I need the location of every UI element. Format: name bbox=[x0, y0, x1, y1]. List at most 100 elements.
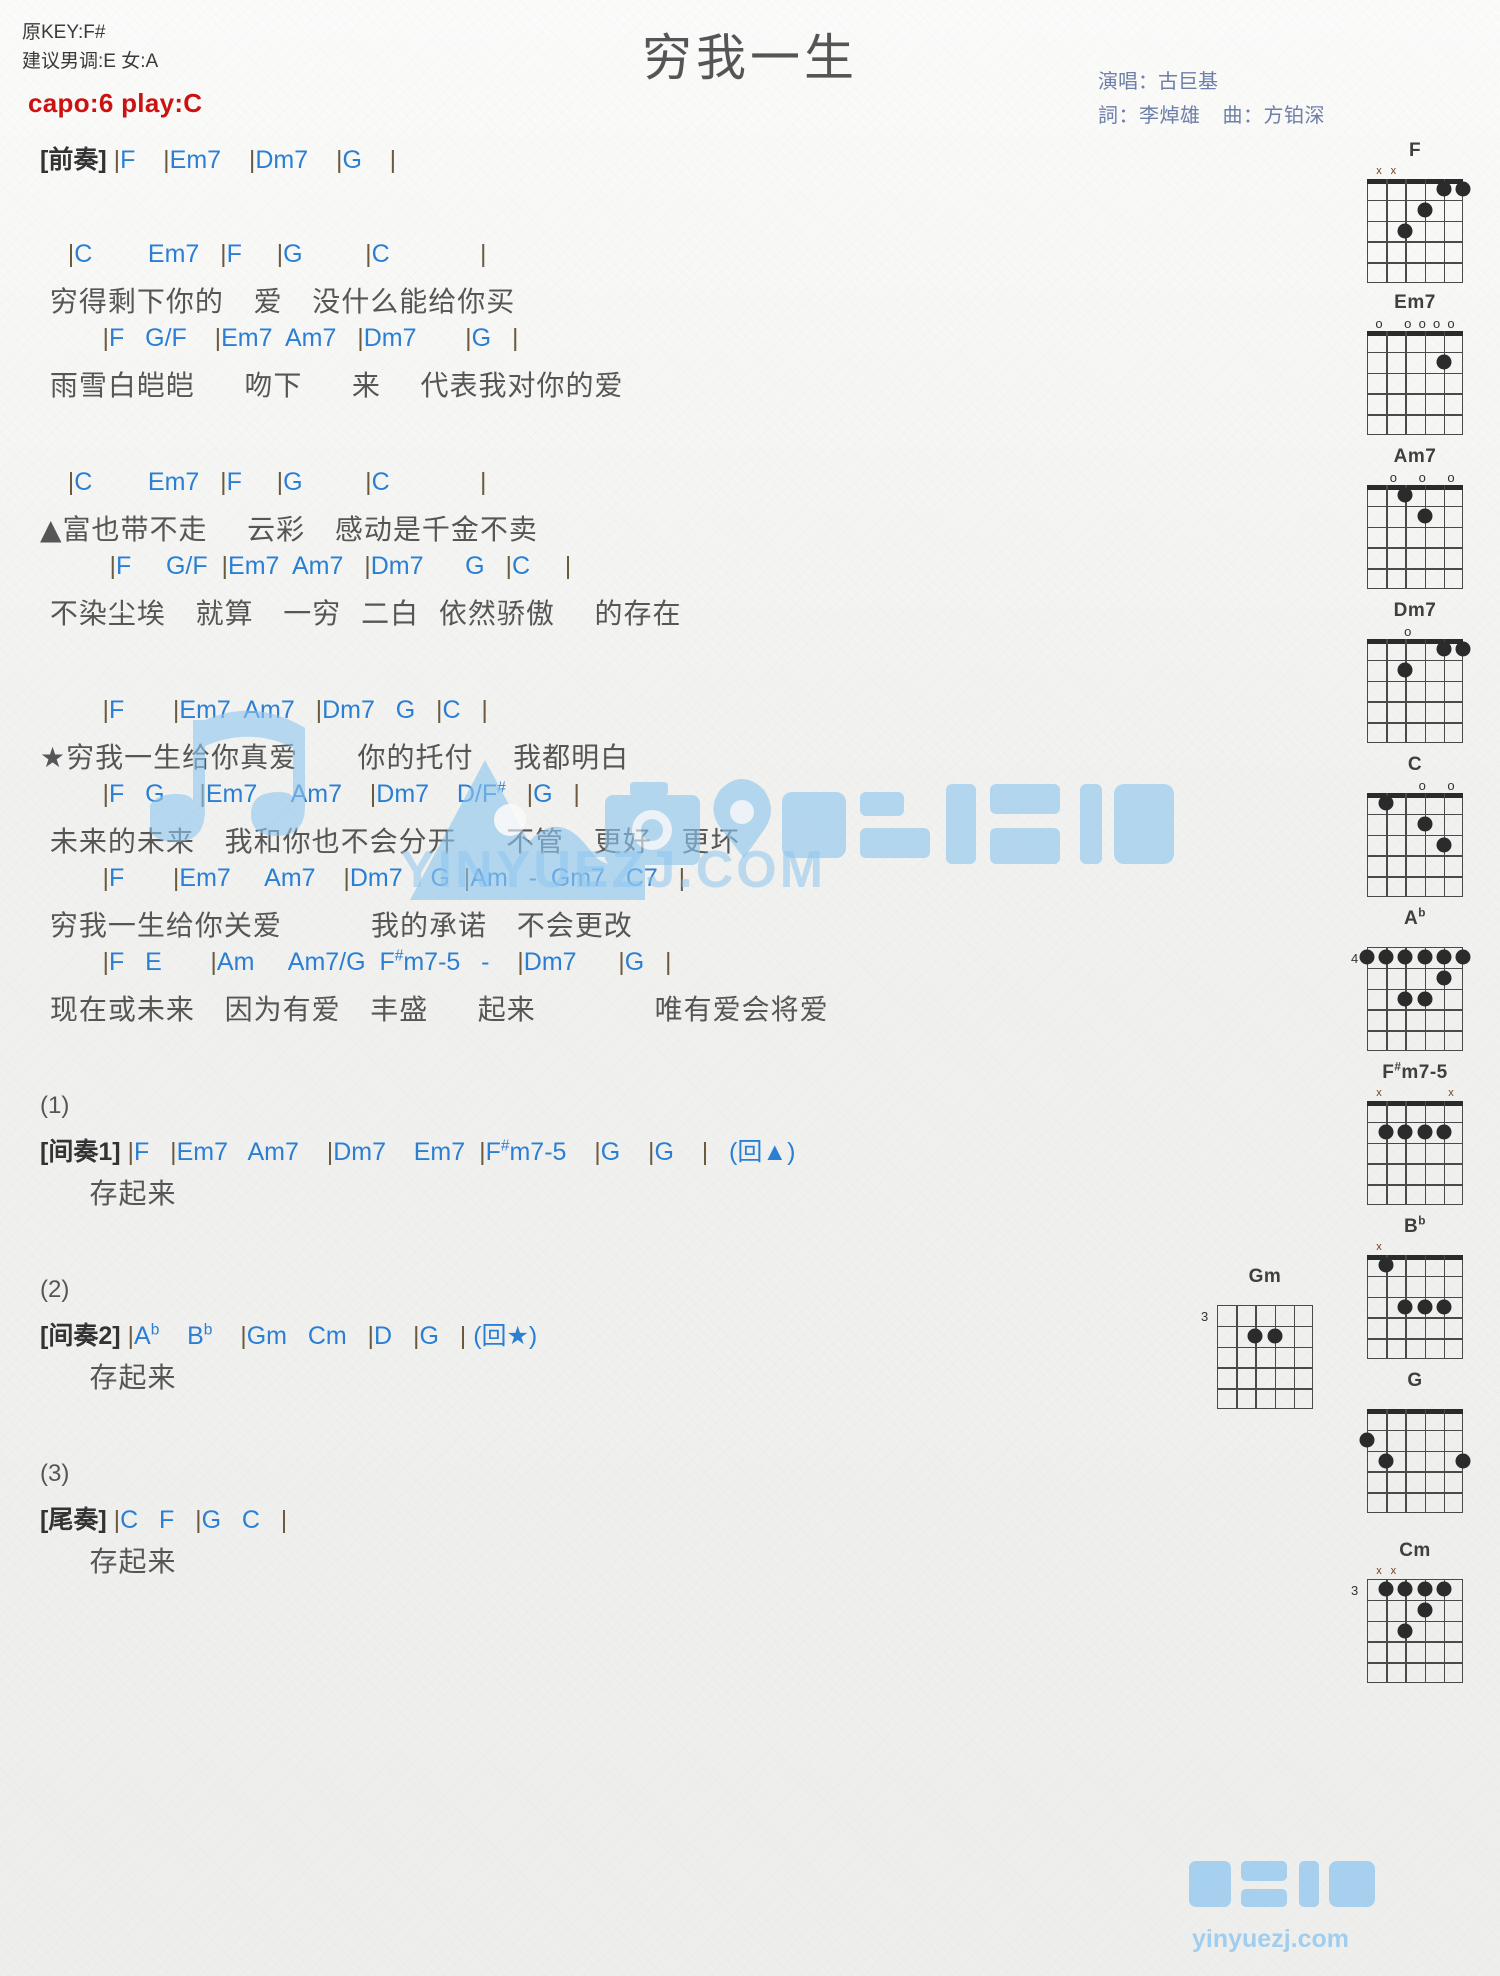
repeat-number-label: (1) bbox=[40, 1092, 70, 1119]
finger-dot bbox=[1455, 1453, 1471, 1469]
chord-line: |C Em7 |F |G |C | bbox=[67, 468, 487, 496]
string-markers: x bbox=[1376, 1241, 1382, 1253]
finger-dot bbox=[1436, 181, 1452, 197]
writer-credit-row: 詞：李焯雄 曲：方铂深 bbox=[1098, 99, 1325, 133]
string-markers: oo bbox=[1418, 778, 1455, 793]
chord-diagram-name: F#m7-5 bbox=[1382, 1060, 1448, 1083]
finger-dot bbox=[1417, 1124, 1433, 1140]
finger-dot bbox=[1378, 795, 1394, 811]
fretboard-grid bbox=[1367, 1101, 1463, 1205]
string-markers bbox=[1205, 1291, 1325, 1305]
lyric-line: 现在或未来 因为有爱 丰盛 起来 唯有爱会将爱 bbox=[40, 993, 829, 1026]
string-markers: ooooo bbox=[1375, 316, 1455, 331]
chord-line: |F G/F |Em7 Am7 |Dm7 G |C | bbox=[109, 552, 572, 580]
chord-diagram-name: G bbox=[1407, 1370, 1423, 1391]
chord-diagram-name: Ab bbox=[1404, 906, 1426, 929]
finger-dot bbox=[1359, 949, 1375, 965]
chord-diagram-gm: Gm 3 bbox=[1201, 1266, 1325, 1409]
chord-diagram-dm7: Dm7 o bbox=[1355, 600, 1475, 743]
finger-dot bbox=[1359, 1432, 1375, 1448]
chord-sheet: 原KEY:F# 建议男调:E 女:A capo:6 play:C 穷我一生 演唱… bbox=[0, 0, 1500, 1976]
finger-dot bbox=[1247, 1328, 1263, 1344]
chord-diagram-em7: Em7 o o o o o bbox=[1355, 292, 1475, 435]
base-fret-number: 3 bbox=[1201, 1309, 1209, 1324]
finger-dot bbox=[1436, 354, 1452, 370]
finger-dot bbox=[1267, 1328, 1283, 1344]
finger-dot bbox=[1436, 641, 1452, 657]
finger-dot bbox=[1397, 949, 1413, 965]
finger-dot bbox=[1436, 949, 1452, 965]
finger-dot bbox=[1417, 202, 1433, 218]
base-fret-number: 3 bbox=[1351, 1583, 1359, 1598]
finger-dot bbox=[1455, 949, 1471, 965]
fretboard-grid bbox=[1367, 179, 1471, 283]
lyricist-credit: 詞：李焯雄 bbox=[1098, 105, 1201, 127]
base-fret-number: 4 bbox=[1351, 951, 1359, 966]
lyric-line: 穷得剩下你的 爱 没什么能给你买 bbox=[40, 285, 516, 318]
lyric-line: ▲富也带不走 云彩 感动是千金不卖 bbox=[40, 513, 538, 546]
lyric-line: 存起来 bbox=[40, 1177, 177, 1210]
chord-diagram-name: C bbox=[1407, 754, 1423, 775]
finger-dot bbox=[1417, 508, 1433, 524]
finger-dot bbox=[1417, 949, 1433, 965]
fretboard-grid: 3 bbox=[1351, 1579, 1463, 1683]
finger-dot bbox=[1436, 1124, 1452, 1140]
finger-dot bbox=[1397, 1581, 1413, 1597]
finger-dot bbox=[1436, 837, 1452, 853]
chord-diagram-name: Dm7 bbox=[1393, 600, 1437, 621]
lyric-line: 未来的未来 我和你也不会分开 不管 更好 更坏 bbox=[40, 825, 740, 858]
chord-diagram-panel: Fx x Em7 o o o o o Am7 o o o Dm7 o Co o Ab 4 F#m7-5 x x Bb x Gm… bbox=[1160, 140, 1500, 1970]
chord-line: [间奏2] |Ab Bb |Gm Cm |D |G | (回★) bbox=[40, 1321, 538, 1350]
finger-dot bbox=[1397, 1623, 1413, 1639]
fretboard-grid bbox=[1367, 1255, 1463, 1359]
finger-dot bbox=[1436, 1581, 1452, 1597]
chord-diagram-c: Coo bbox=[1355, 754, 1475, 897]
fretboard-grid: 3 bbox=[1201, 1305, 1313, 1409]
chord-line: |C Em7 |F |G |C | bbox=[67, 240, 487, 268]
string-markers bbox=[1355, 933, 1475, 947]
finger-dot bbox=[1417, 816, 1433, 832]
singer-credit: 演唱：古巨基 bbox=[1098, 71, 1218, 93]
finger-dot bbox=[1397, 223, 1413, 239]
repeat-number-label: (3) bbox=[40, 1460, 70, 1487]
chord-diagram-name: Cm bbox=[1399, 1540, 1431, 1561]
song-body: [前奏] |F |Em7 |Dm7 |G | |C Em7 |F |G |C |… bbox=[40, 140, 1160, 1584]
credits-block: 演唱：古巨基 詞：李焯雄 曲：方铂深 bbox=[1098, 65, 1325, 133]
chord-line: |F |Em7 Am7 |Dm7 G |Am - Gm7 C7 | bbox=[102, 864, 686, 892]
chord-diagram-ab: Ab 4 bbox=[1351, 906, 1475, 1051]
string-markers: xx bbox=[1376, 1565, 1397, 1577]
finger-dot bbox=[1455, 181, 1471, 197]
chord-line: |F G |Em7 Am7 |Dm7 D/F# |G | bbox=[102, 779, 580, 808]
chord-diagram-fm7-5: F#m7-5 x x bbox=[1355, 1060, 1475, 1205]
finger-dot bbox=[1417, 1602, 1433, 1618]
chord-line: [间奏1] |F |Em7 Am7 |Dm7 Em7 |F#m7-5 |G |G… bbox=[40, 1137, 796, 1166]
finger-dot bbox=[1436, 1299, 1452, 1315]
chord-line: |F G/F |Em7 Am7 |Dm7 |G | bbox=[102, 324, 519, 352]
fretboard-grid: 4 bbox=[1351, 947, 1471, 1051]
finger-dot bbox=[1436, 970, 1452, 986]
lyric-line: ★穷我一生给你真爱 你的托付 我都明白 bbox=[40, 741, 630, 774]
fretboard-grid bbox=[1359, 1409, 1471, 1513]
chord-line: |F |Em7 Am7 |Dm7 G |C | bbox=[102, 696, 488, 724]
finger-dot bbox=[1417, 1299, 1433, 1315]
composer-credit: 曲：方铂深 bbox=[1222, 105, 1325, 127]
chord-diagram-g: G bbox=[1355, 1370, 1475, 1513]
finger-dot bbox=[1417, 991, 1433, 1007]
finger-dot bbox=[1378, 1581, 1394, 1597]
chord-diagram-f: Fxx bbox=[1355, 140, 1475, 283]
chord-diagram-name: Bb bbox=[1404, 1214, 1426, 1237]
fretboard-grid bbox=[1367, 485, 1463, 589]
fretboard-grid bbox=[1367, 639, 1471, 743]
fretboard-grid bbox=[1367, 331, 1463, 435]
string-markers: ooo bbox=[1389, 470, 1455, 485]
lyric-line: 存起来 bbox=[40, 1361, 177, 1394]
string-markers: xx bbox=[1376, 165, 1397, 177]
